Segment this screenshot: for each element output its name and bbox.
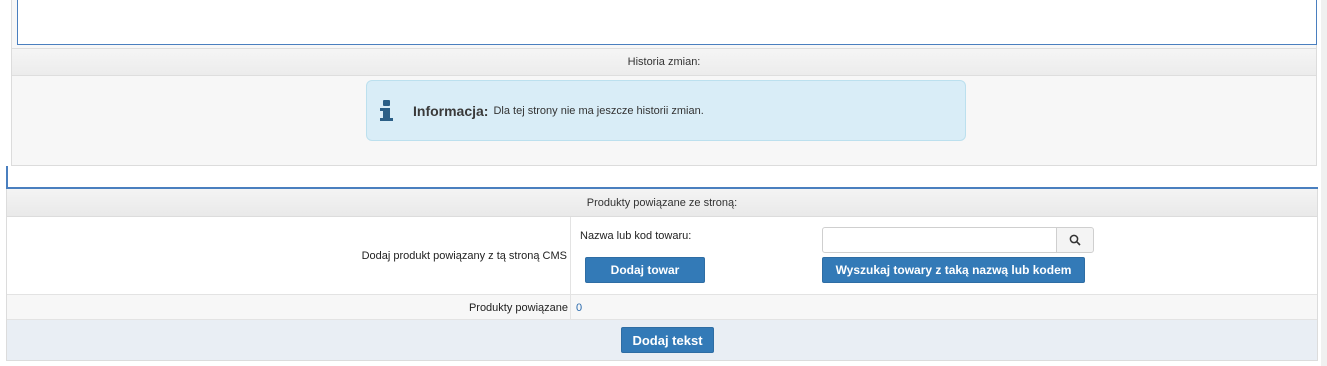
search-button[interactable] <box>1056 227 1094 253</box>
related-products-panel: Produkty powiązane ze stroną: Dodaj prod… <box>6 189 1318 361</box>
linked-products-label: Produkty powiązane <box>468 301 568 314</box>
info-icon <box>379 99 397 122</box>
scrollbar[interactable] <box>1321 0 1327 366</box>
add-text-button[interactable]: Dodaj tekst <box>621 327 714 353</box>
column-divider <box>570 295 571 320</box>
search-products-button[interactable]: Wyszukaj towary z taką nazwą lub kodem <box>822 257 1085 283</box>
section-border <box>6 166 8 188</box>
form-footer: Dodaj tekst <box>7 320 1317 360</box>
linked-products-row: Produkty powiązane 0 <box>7 295 1317 320</box>
product-search-input[interactable] <box>822 227 1057 253</box>
history-panel: Historia zmian: Informacja: Dla tej stro… <box>11 0 1317 166</box>
column-divider <box>570 217 571 295</box>
add-product-button[interactable]: Dodaj towar <box>585 257 705 283</box>
alert-message: Dla tej strony nie ma jeszcze historii z… <box>493 104 704 117</box>
info-alert: Informacja: Dla tej strony nie ma jeszcz… <box>366 80 966 141</box>
products-header: Produkty powiązane ze stroną: <box>7 189 1317 217</box>
content-editor-area[interactable] <box>17 0 1317 45</box>
linked-products-count[interactable]: 0 <box>576 295 582 320</box>
search-icon <box>1069 234 1081 246</box>
alert-title: Informacja: <box>413 102 489 119</box>
history-header: Historia zmian: <box>12 48 1316 76</box>
add-product-label: Dodaj produkt powiązany z tą stroną CMS <box>361 250 567 262</box>
product-name-label: Nazwa lub kod towaru: <box>580 230 692 242</box>
add-product-row: Dodaj produkt powiązany z tą stroną CMS … <box>7 217 1317 295</box>
